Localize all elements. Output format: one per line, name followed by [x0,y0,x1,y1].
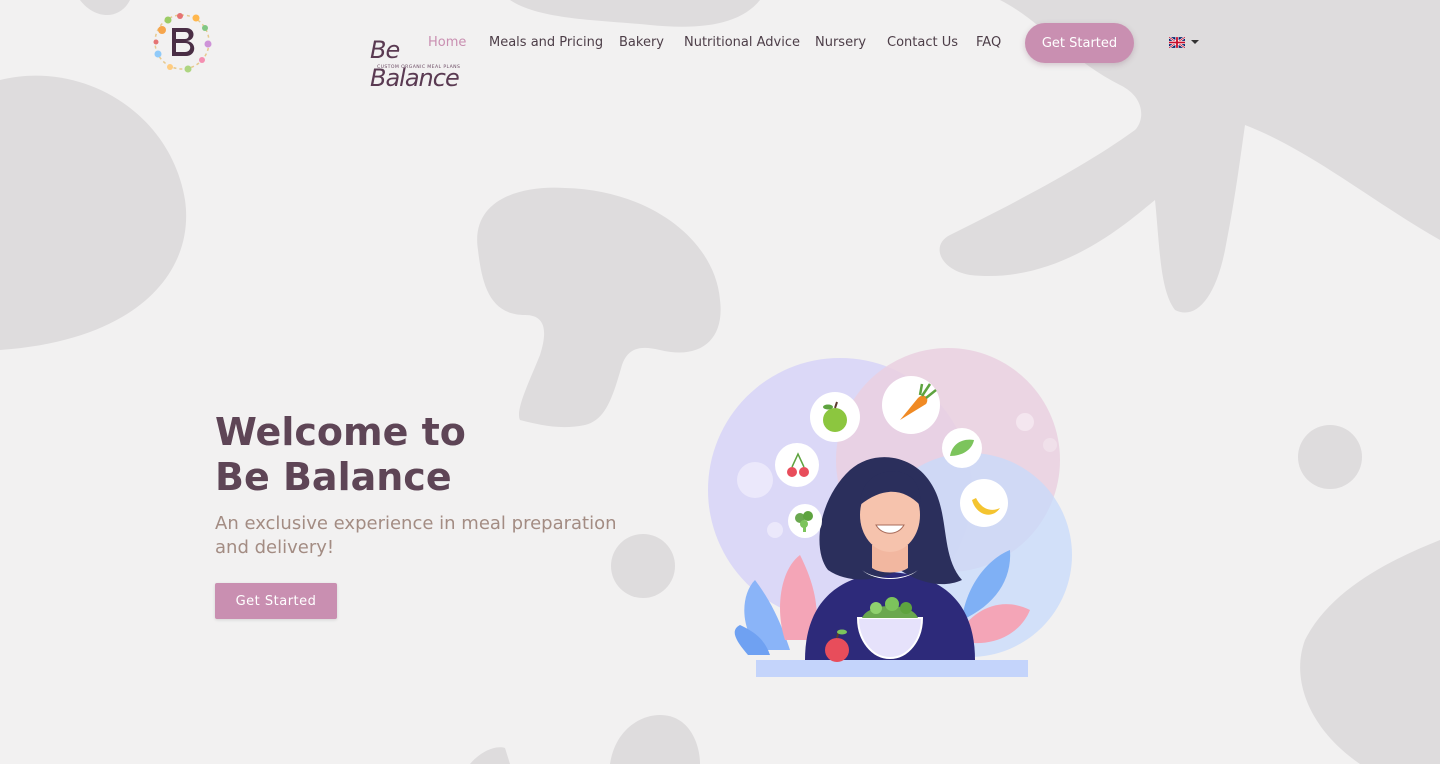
nav-item-faq[interactable]: FAQ [976,34,1001,52]
brand-tagline: CUSTOM ORGANIC MEAL PLANS [377,65,461,70]
brand-logo[interactable]: Be Balance CUSTOM ORGANIC MEAL PLANS [152,12,460,92]
nav-item-meals-and-pricing[interactable]: Meals and Pricing [489,34,603,52]
language-selector[interactable] [1169,36,1203,50]
nav-item-nursery[interactable]: Nursery [815,34,866,52]
nav-item-bakery[interactable]: Bakery [619,34,664,52]
header-get-started-button[interactable]: Get Started [1025,23,1134,63]
hero-title-line1: Welcome to [215,410,466,454]
nav-item-nutritional-advice[interactable]: Nutritional Advice [684,34,800,52]
hero-title-line2: Be Balance [215,455,452,499]
nav-item-home[interactable]: Home [428,34,466,52]
hero-title: Welcome to Be Balance [215,410,466,500]
nav-item-contact-us[interactable]: Contact Us [887,34,958,52]
site-header: Be Balance CUSTOM ORGANIC MEAL PLANS Hom… [0,0,1440,92]
chevron-down-icon [1191,40,1199,44]
hero-illustration [708,348,1072,677]
hero-get-started-button[interactable]: Get Started [215,583,337,619]
logo-emblem-icon [153,13,212,73]
uk-flag-icon [1169,37,1185,48]
hero-subtitle: An exclusive experience in meal preparat… [215,513,617,558]
